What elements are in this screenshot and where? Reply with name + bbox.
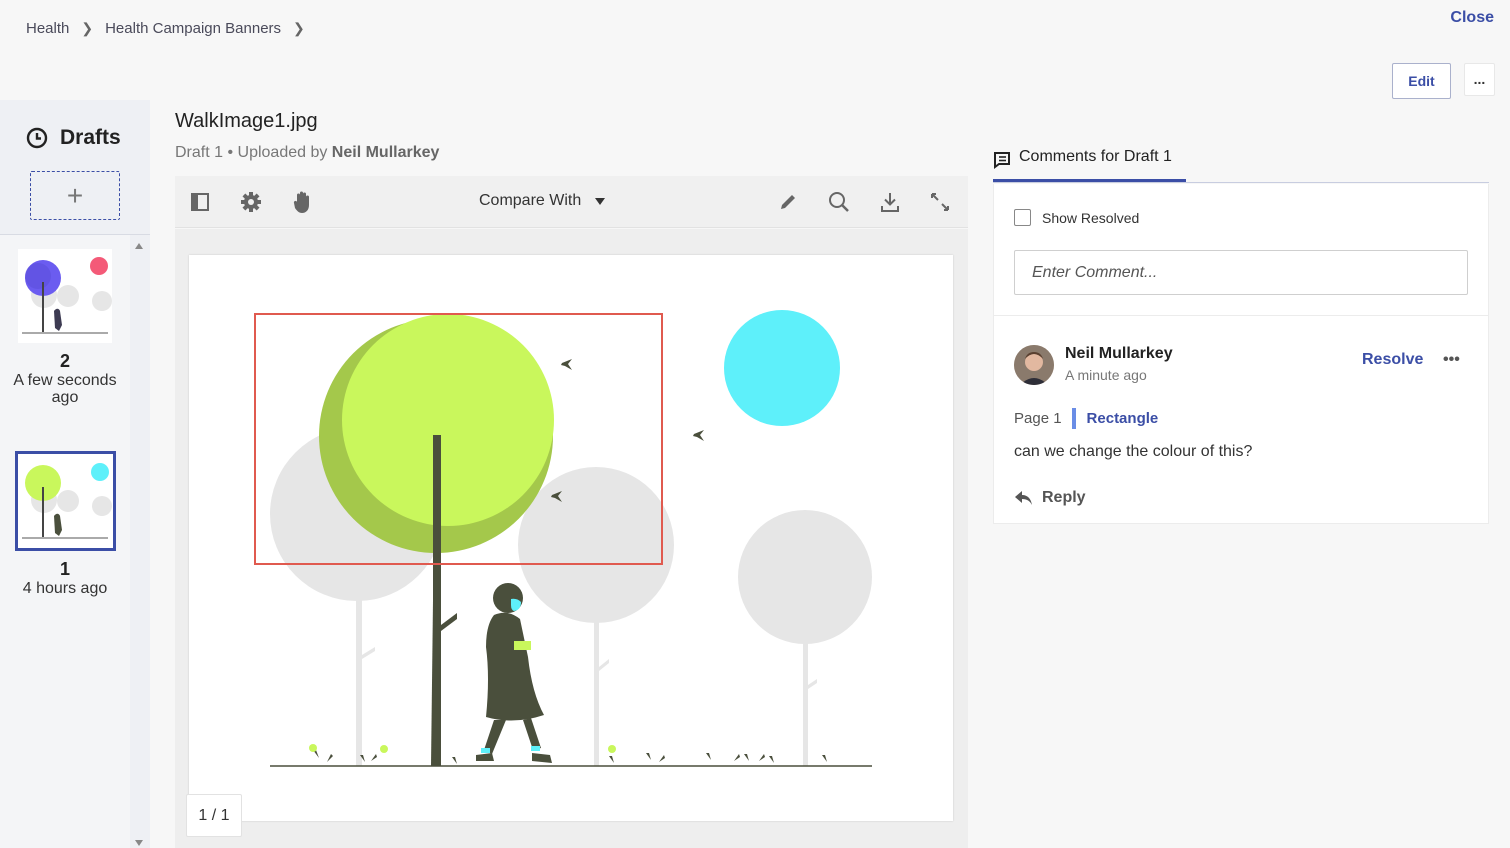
comment-location: Page 1 Rectangle <box>1014 408 1158 429</box>
file-name: WalkImage1.jpg <box>175 110 318 132</box>
clock-icon <box>26 127 48 149</box>
uploader-name: Neil Mullarkey <box>331 144 440 161</box>
scroll-up-arrow-icon[interactable] <box>135 243 143 249</box>
pan-hand-icon[interactable] <box>290 189 316 215</box>
panel-toggle-icon[interactable] <box>187 189 213 215</box>
breadcrumb-item-campaign[interactable]: Health Campaign Banners <box>105 20 281 37</box>
comment-shape-link[interactable]: Rectangle <box>1087 410 1159 427</box>
drafts-title-text: Drafts <box>60 126 121 149</box>
comment-author: Neil Mullarkey <box>1065 345 1173 362</box>
add-draft-button[interactable]: + <box>30 171 120 220</box>
divider <box>993 182 1489 183</box>
uploaded-prefix: • Uploaded by <box>223 144 332 161</box>
settings-icon[interactable] <box>238 189 264 215</box>
pencil-icon[interactable] <box>775 189 801 215</box>
drafts-sidebar: Drafts + 2 A few seconds ago 1 4 hours a… <box>0 100 150 848</box>
scroll-down-arrow-icon[interactable] <box>135 840 143 846</box>
draft-list-scrollbar[interactable] <box>130 235 150 848</box>
draft-number: 2 <box>59 351 70 371</box>
show-resolved-checkbox[interactable] <box>1014 209 1031 226</box>
edit-button[interactable]: Edit <box>1392 63 1451 99</box>
plus-icon: + <box>66 179 84 211</box>
avatar <box>1014 345 1054 385</box>
tab-comments[interactable]: Comments for Draft 1 <box>993 148 1186 182</box>
comment-text: can we change the colour of this? <box>1014 443 1253 460</box>
draft-thumbnail <box>18 249 112 343</box>
comment-page-label: Page 1 <box>1014 410 1062 427</box>
draft-time: 4 hours ago <box>22 580 108 597</box>
comment-time: A minute ago <box>1065 367 1147 383</box>
comment-icon <box>994 152 1010 169</box>
download-icon[interactable] <box>877 189 903 215</box>
show-resolved-toggle[interactable]: Show Resolved <box>1014 209 1139 226</box>
drafts-heading: Drafts <box>26 126 121 150</box>
fullscreen-icon[interactable] <box>927 189 953 215</box>
reply-button[interactable]: Reply <box>1014 489 1086 507</box>
draft-item-2[interactable]: 2 A few seconds ago <box>0 249 130 406</box>
draft-list: 2 A few seconds ago 1 4 hours ago <box>0 235 130 848</box>
image-page[interactable] <box>189 255 953 821</box>
chevron-right-icon: ❯ <box>293 20 305 36</box>
page-counter: 1 / 1 <box>186 794 242 837</box>
more-options-button[interactable]: ... <box>1464 63 1495 96</box>
comments-panel: Show Resolved Neil Mullarkey A minute ag… <box>993 184 1489 524</box>
breadcrumb: Health ❯ Health Campaign Banners ❯ <box>26 20 317 37</box>
draft-item-1[interactable]: 1 4 hours ago <box>0 451 130 597</box>
breadcrumb-item-health[interactable]: Health <box>26 20 69 37</box>
caret-down-icon <box>595 197 606 205</box>
divider <box>1071 408 1076 429</box>
chevron-right-icon: ❯ <box>81 20 94 36</box>
compare-label: Compare With <box>479 192 582 209</box>
viewer-toolbar: Compare With <box>175 176 968 228</box>
divider <box>994 315 1488 316</box>
compare-with-dropdown[interactable]: Compare With <box>479 192 606 210</box>
draft-thumbnail <box>14 451 116 551</box>
comment-input[interactable] <box>1014 250 1468 295</box>
file-subtitle: Draft 1 • Uploaded by Neil Mullarkey <box>175 144 439 162</box>
draft-number: 1 <box>59 559 70 579</box>
draft-time: A few seconds ago <box>13 372 117 406</box>
close-link[interactable]: Close <box>1450 9 1494 27</box>
comment-more-icon[interactable]: ••• <box>1443 351 1460 369</box>
draft-label: Draft 1 <box>175 144 224 161</box>
reply-label: Reply <box>1042 489 1086 506</box>
walk-illustration <box>254 310 872 767</box>
document-canvas[interactable]: 1 / 1 <box>175 229 968 848</box>
tab-comments-label: Comments for Draft 1 <box>1019 148 1172 165</box>
reply-arrow-icon <box>1015 491 1032 505</box>
show-resolved-label: Show Resolved <box>1042 209 1140 226</box>
search-icon[interactable] <box>826 189 852 215</box>
resolve-button[interactable]: Resolve <box>1362 351 1423 369</box>
